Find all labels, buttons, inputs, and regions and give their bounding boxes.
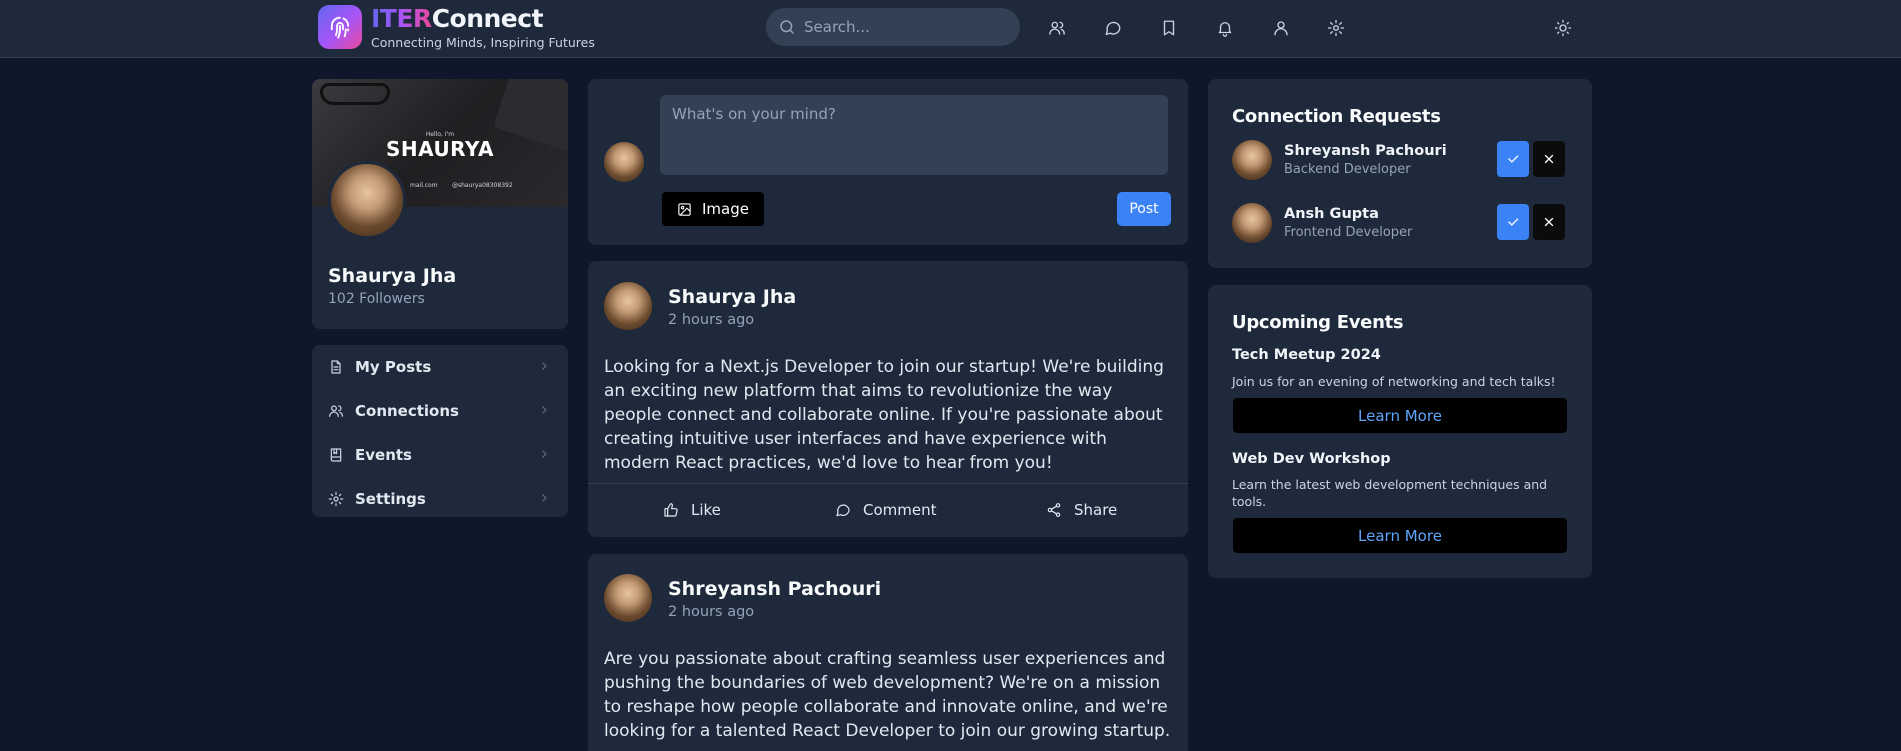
- share-button[interactable]: Share: [1046, 495, 1117, 525]
- search-bar: [766, 8, 1020, 46]
- sidebar-item-label: Settings: [355, 490, 426, 508]
- image-icon: [678, 202, 691, 216]
- brand-name[interactable]: ITERConnect: [371, 4, 544, 33]
- comment-label: Comment: [863, 501, 937, 519]
- check-icon: [1508, 218, 1519, 226]
- connection-requests-card: Connection Requests Shreyansh Pachouri B…: [1208, 79, 1592, 268]
- request-name[interactable]: Shreyansh Pachouri: [1284, 143, 1447, 159]
- event-name: Tech Meetup 2024: [1232, 347, 1381, 363]
- accept-request-button[interactable]: [1497, 141, 1529, 177]
- post-author-avatar[interactable]: [604, 574, 652, 622]
- sidebar-item-connections[interactable]: Connections: [312, 389, 568, 433]
- composer-avatar: [604, 142, 644, 182]
- post-divider: [588, 483, 1188, 484]
- chevron-right-icon: [542, 362, 547, 370]
- sidebar-item-label: My Posts: [355, 358, 432, 376]
- close-icon: [1544, 154, 1554, 164]
- check-icon: [1508, 155, 1519, 163]
- file-icon: [331, 360, 341, 374]
- brand-tagline: Connecting Minds, Inspiring Futures: [371, 35, 595, 50]
- post-card: Shaurya Jha 2 hours ago Looking for a Ne…: [588, 261, 1188, 537]
- comment-button[interactable]: Comment: [835, 495, 937, 525]
- cover-glasses-shape: [320, 83, 390, 105]
- request-role: Frontend Developer: [1284, 225, 1413, 240]
- sidebar-item-label: Connections: [355, 402, 459, 420]
- chevron-right-icon: [542, 450, 547, 458]
- thumbs-up-icon: [664, 503, 678, 517]
- cover-email: mail.com: [410, 182, 438, 189]
- profile-nav-icon[interactable]: [1268, 15, 1294, 41]
- request-name[interactable]: Ansh Gupta: [1284, 206, 1379, 222]
- accept-request-button[interactable]: [1497, 204, 1529, 240]
- composer-input[interactable]: [660, 95, 1168, 175]
- close-icon: [1544, 217, 1554, 227]
- bookmark-nav-icon[interactable]: [1156, 15, 1182, 41]
- fingerprint-logo-icon[interactable]: [318, 5, 362, 49]
- brand-part-iter: ITER: [371, 4, 432, 33]
- post-author-name[interactable]: Shreyansh Pachouri: [668, 578, 881, 600]
- event-description: Join us for an evening of networking and…: [1232, 374, 1556, 389]
- add-image-button[interactable]: Image: [662, 192, 764, 226]
- sidebar-item-settings[interactable]: Settings: [312, 477, 568, 517]
- post-body: Are you passionate about crafting seamle…: [604, 649, 1171, 741]
- post-body: Looking for a Next.js Developer to join …: [604, 357, 1164, 473]
- profile-followers-count: 102 Followers: [328, 291, 425, 307]
- connection-requests-title: Connection Requests: [1232, 106, 1441, 127]
- event-description: Learn the latest web development techniq…: [1232, 477, 1548, 509]
- learn-more-button[interactable]: Learn More: [1233, 518, 1567, 553]
- book-icon: [330, 448, 342, 462]
- post-timestamp: 2 hours ago: [668, 312, 755, 328]
- profile-card: Hello, I'm SHAURYA mail.com @shaurya0830…: [312, 79, 568, 329]
- reject-request-button[interactable]: [1533, 204, 1565, 240]
- bell-nav-icon[interactable]: [1212, 15, 1238, 41]
- post-button[interactable]: Post: [1117, 192, 1171, 226]
- cover-name: SHAURYA: [385, 137, 495, 161]
- users-icon: [329, 405, 343, 417]
- settings-nav-icon[interactable]: [1323, 15, 1349, 41]
- post-timestamp: 2 hours ago: [668, 604, 755, 620]
- learn-more-button[interactable]: Learn More: [1233, 398, 1567, 433]
- sidebar-menu: My Posts Connections Events Settings: [312, 345, 568, 517]
- chevron-right-icon: [542, 494, 547, 502]
- event-name: Web Dev Workshop: [1232, 451, 1391, 467]
- comment-icon: [836, 504, 850, 517]
- theme-toggle-sun-icon[interactable]: [1550, 15, 1576, 41]
- sidebar-item-events[interactable]: Events: [312, 433, 568, 477]
- post-author-avatar[interactable]: [604, 282, 652, 330]
- share-icon: [1047, 503, 1061, 517]
- post-composer: Image Post: [588, 79, 1188, 245]
- sidebar-item-my-posts[interactable]: My Posts: [312, 345, 568, 389]
- add-image-label: Image: [702, 200, 749, 218]
- cover-handle: @shaurya08308392: [452, 182, 513, 189]
- sidebar-item-label: Events: [355, 446, 412, 464]
- post-card: Shreyansh Pachouri 2 hours ago Are you p…: [588, 554, 1188, 751]
- gear-icon: [328, 491, 344, 507]
- request-role: Backend Developer: [1284, 162, 1411, 177]
- brand-part-connect: Connect: [431, 4, 544, 33]
- connections-nav-icon[interactable]: [1044, 15, 1070, 41]
- reject-request-button[interactable]: [1533, 141, 1565, 177]
- profile-name[interactable]: Shaurya Jha: [328, 265, 456, 287]
- search-icon: [780, 20, 794, 34]
- request-avatar[interactable]: [1232, 203, 1272, 243]
- post-author-name[interactable]: Shaurya Jha: [668, 286, 796, 308]
- like-button[interactable]: Like: [663, 495, 721, 525]
- search-input[interactable]: [804, 18, 1004, 36]
- like-label: Like: [691, 501, 721, 519]
- profile-avatar[interactable]: [328, 161, 406, 239]
- upcoming-events-title: Upcoming Events: [1232, 312, 1404, 333]
- upcoming-events-card: Upcoming Events Tech Meetup 2024 Join us…: [1208, 285, 1592, 578]
- top-navbar: ITERConnect Connecting Minds, Inspiring …: [0, 0, 1901, 58]
- request-avatar[interactable]: [1232, 140, 1272, 180]
- chevron-right-icon: [542, 406, 547, 414]
- share-label: Share: [1074, 501, 1118, 519]
- message-nav-icon[interactable]: [1100, 15, 1126, 41]
